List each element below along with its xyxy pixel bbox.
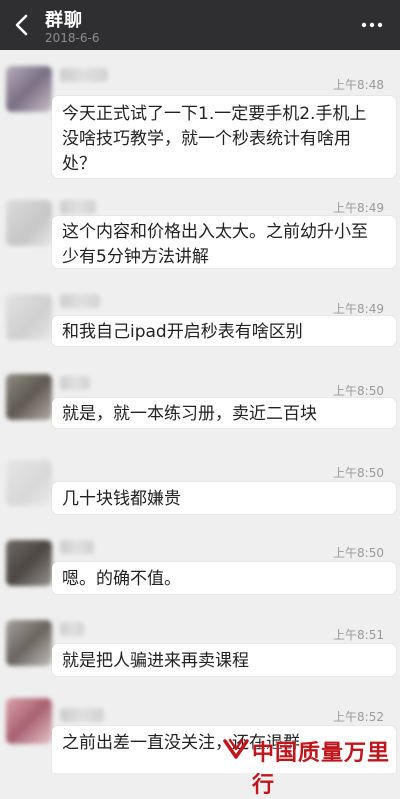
avatar[interactable] (6, 66, 52, 112)
message-item: 上午8:50 几十块钱都嫌贵 (0, 454, 400, 514)
message-text: 和我自己ipad开启秒表有啥区别 (62, 322, 303, 342)
top-bar: 群聊 2018-6-6 (0, 0, 400, 50)
message-time: 上午8:51 (333, 628, 384, 642)
message-item: 上午8:50 嗯。的确不值。 (0, 534, 400, 594)
avatar[interactable] (6, 620, 52, 666)
avatar[interactable] (6, 460, 52, 506)
avatar[interactable] (6, 374, 52, 420)
watermark-logo-icon (222, 735, 250, 763)
chat-title: 群聊 (45, 10, 83, 31)
sender-name (60, 540, 94, 554)
message-time: 上午8:50 (333, 546, 384, 560)
watermark-text: 中国质量万里行 (252, 740, 391, 798)
sender-name (60, 376, 90, 390)
back-arrow-icon[interactable] (10, 10, 34, 40)
message-text: 这个内容和价格出入太大。之前幼升小至少有5分钟方法讲解 (62, 222, 368, 267)
avatar[interactable] (6, 200, 52, 246)
avatar[interactable] (6, 540, 52, 586)
avatar[interactable] (6, 698, 52, 744)
message-time: 上午8:50 (333, 384, 384, 398)
message-item: 上午8:48 今天正式试了一下1.一定要手机2.手机上没啥技巧教学，就一个秒表统… (0, 56, 400, 178)
avatar[interactable] (6, 294, 52, 340)
sender-name (60, 708, 104, 722)
chat-date: 2018-6-6 (45, 31, 100, 45)
message-text: 就是把人骗进来再卖课程 (62, 651, 249, 671)
sender-name (60, 294, 100, 308)
watermark: 中国质量万里行 (222, 733, 392, 798)
message-item: 上午8:51 就是把人骗进来再卖课程 (0, 614, 400, 676)
message-item: 上午8:49 这个内容和价格出入太大。之前幼升小至少有5分钟方法讲解 (0, 190, 400, 270)
message-time: 上午8:50 (333, 466, 384, 480)
message-text: 嗯。的确不值。 (62, 569, 181, 589)
message-text: 就是，就一本练习册，卖近二百块 (62, 404, 317, 424)
more-dots-icon[interactable] (360, 12, 384, 38)
message-text: 今天正式试了一下1.一定要手机2.手机上没啥技巧教学，就一个秒表统计有啥用处？ (62, 104, 367, 174)
message-item: 上午8:49 和我自己ipad开启秒表有啥区别 (0, 286, 400, 346)
message-list[interactable]: 上午8:48 今天正式试了一下1.一定要手机2.手机上没啥技巧教学，就一个秒表统… (0, 50, 400, 773)
message-time: 上午8:48 (333, 78, 384, 92)
message-time: 上午8:49 (333, 302, 384, 316)
sender-name (60, 200, 96, 214)
message-time: 上午8:52 (333, 710, 384, 724)
sender-name (60, 622, 84, 636)
message-text: 几十块钱都嫌贵 (62, 489, 181, 509)
message-time: 上午8:49 (333, 201, 384, 215)
sender-name (60, 68, 108, 82)
message-item: 上午8:50 就是，就一本练习册，卖近二百块 (0, 370, 400, 430)
